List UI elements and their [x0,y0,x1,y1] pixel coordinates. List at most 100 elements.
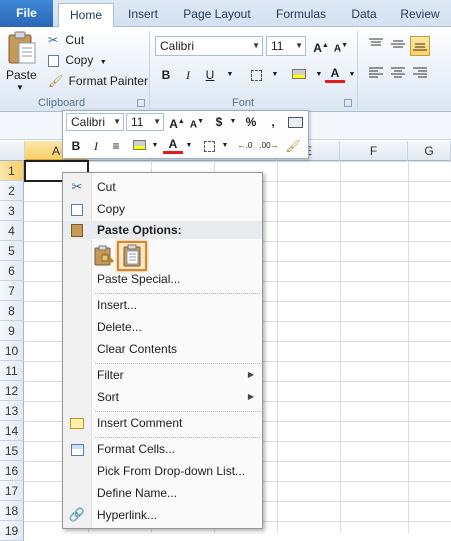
tab-insert[interactable]: Insert [120,3,166,27]
paste-label: Paste [6,68,37,82]
tab-home[interactable]: Home [58,3,114,28]
decrease-decimal-icon[interactable]: .00→ [259,136,279,156]
cut-button[interactable]: ✂ Cut [48,31,84,49]
chevron-down-icon: ▼ [16,83,24,92]
increase-decimal-icon[interactable]: ←.0 [235,136,255,156]
row-header[interactable]: 12 [0,381,24,401]
mini-font-size-combo[interactable]: 11 ▼ [126,113,164,131]
menu-item-copy[interactable]: Copy [63,199,262,219]
borders-icon[interactable] [246,65,266,85]
row-header[interactable]: 6 [0,261,24,281]
row-header[interactable]: 8 [0,301,24,321]
menu-item-hyperlink[interactable]: 🔗 Hyperlink... [63,505,262,525]
align-middle-icon[interactable] [388,36,408,56]
chevron-down-icon[interactable]: ▼ [342,65,362,85]
row-header[interactable]: 16 [0,461,24,481]
menu-item-filter[interactable]: Filter ▶ [63,365,262,385]
chevron-down-icon[interactable]: ▼ [145,136,165,156]
grid-line [277,161,278,533]
menu-item-insert-comment[interactable]: Insert Comment [63,413,262,433]
row-header[interactable]: 4 [0,221,24,241]
bold-button[interactable]: B [156,65,176,85]
row-header[interactable]: 7 [0,281,24,301]
chevron-down-icon[interactable]: ▼ [179,136,199,156]
menu-item-sort[interactable]: Sort ▶ [63,387,262,407]
paste-formatting-icon[interactable] [93,245,115,267]
paintbrush-icon[interactable]: 🖌 [283,136,303,156]
grow-font-icon[interactable]: A▲ [167,112,187,132]
tab-formulas[interactable]: Formulas [268,3,334,27]
select-all-corner[interactable] [0,141,25,161]
percent-icon[interactable]: % [241,112,261,132]
tab-review[interactable]: Review [394,3,446,27]
menu-item-insert[interactable]: Insert... [63,295,262,315]
row-header[interactable]: 13 [0,401,24,421]
format-painter-button[interactable]: 🖌 Format Painter [48,72,148,90]
underline-button[interactable]: U [200,65,220,85]
group-divider [357,31,358,109]
ribbon-tab-strip: File Home Insert Page Layout Formulas Da… [0,0,451,28]
row-header[interactable]: 14 [0,421,24,441]
shrink-font-icon[interactable]: A▼ [187,112,207,132]
font-group-label: Font [232,97,255,109]
row-header[interactable]: 5 [0,241,24,261]
font-name-combo[interactable]: Calibri ▼ [155,36,263,56]
column-header-f[interactable]: F [340,141,408,161]
menu-item-paste-special[interactable]: Paste Special... [63,269,262,289]
italic-button[interactable]: I [86,136,106,156]
menu-item-cut[interactable]: ✂ Cut [63,177,262,197]
align-bottom-icon[interactable] [410,36,430,56]
align-left-icon[interactable] [366,65,386,85]
menu-item-delete[interactable]: Delete... [63,317,262,337]
row-header[interactable]: 9 [0,321,24,341]
tab-file[interactable]: File [0,0,53,27]
chevron-down-icon[interactable]: ▼ [223,112,243,132]
chevron-down-icon[interactable]: ▼ [220,65,240,85]
bold-button[interactable]: B [66,136,86,156]
tab-page-layout[interactable]: Page Layout [178,3,256,27]
context-menu: ✂ Cut Copy Paste Options: Paste Special.… [62,172,263,529]
row-header[interactable]: 2 [0,181,24,201]
chevron-down-icon: ▼ [295,41,303,50]
menu-item-paste-special-label: Paste Special... [97,272,181,286]
row-header[interactable]: 19 [0,521,24,541]
align-top-icon[interactable] [366,36,386,56]
chevron-down-icon[interactable]: ▼ [265,65,285,85]
copy-button[interactable]: Copy ▼ [48,51,107,69]
menu-item-define-name[interactable]: Define Name... [63,483,262,503]
row-header[interactable]: 3 [0,201,24,221]
align-center-icon[interactable] [388,65,408,85]
menu-item-clear-contents[interactable]: Clear Contents [63,339,262,359]
mini-font-name-combo[interactable]: Calibri ▼ [66,113,124,131]
row-header[interactable]: 1 [0,161,24,181]
grow-font-icon[interactable]: A▲ [311,36,331,56]
align-right-icon[interactable] [410,65,430,85]
chevron-down-icon: ▼ [113,117,121,126]
fill-color-icon[interactable] [289,65,309,85]
center-align-icon[interactable]: ≡ [106,136,126,156]
merge-center-icon[interactable] [285,112,305,132]
comma-style-icon[interactable]: , [263,112,283,132]
paste-button[interactable]: Paste ▼ [4,31,40,92]
tab-data[interactable]: Data [343,3,385,27]
row-header[interactable]: 10 [0,341,24,361]
row-header[interactable]: 17 [0,481,24,501]
scissors-icon: ✂ [71,179,83,194]
row-header[interactable]: 18 [0,501,24,521]
shrink-font-icon[interactable]: A▼ [331,36,351,56]
menu-item-clear-contents-label: Clear Contents [97,342,178,356]
column-header-g[interactable]: G [408,141,451,161]
paste-values-button[interactable] [117,241,147,271]
menu-item-sort-label: Sort [97,390,120,404]
menu-item-hyperlink-label: Hyperlink... [97,508,158,522]
row-header[interactable]: 11 [0,361,24,381]
chevron-down-icon[interactable]: ▼ [215,136,235,156]
italic-button[interactable]: I [178,65,198,85]
grid-line [408,161,409,533]
menu-item-format-cells[interactable]: Format Cells... [63,439,262,459]
clipboard-dialog-launcher[interactable] [137,99,145,107]
menu-item-pick-from-list[interactable]: Pick From Drop-down List... [63,461,262,481]
font-dialog-launcher[interactable] [344,99,352,107]
font-size-combo[interactable]: 11 ▼ [266,36,306,56]
row-header[interactable]: 15 [0,441,24,461]
